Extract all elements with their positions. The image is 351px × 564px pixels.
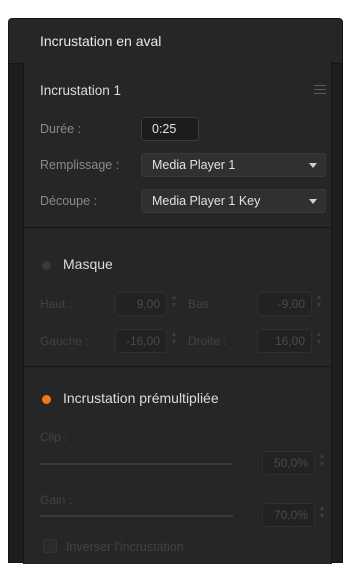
clip-field[interactable]: 50,0% — [262, 451, 315, 475]
mask-top-value: 9,00 — [136, 297, 160, 311]
key-label: Découpe : — [40, 194, 97, 208]
mask-left-stepper[interactable]: ▲ ▼ — [170, 331, 178, 351]
key-source-value: Media Player 1 Key — [152, 194, 261, 208]
rate-label: Durée : — [40, 122, 81, 136]
section-divider — [24, 366, 331, 367]
invert-key-checkbox[interactable] — [43, 539, 57, 553]
fill-source-value: Media Player 1 — [152, 158, 236, 172]
section-divider — [24, 227, 331, 228]
mask-label[interactable]: Masque — [63, 256, 113, 272]
clip-slider[interactable] — [40, 463, 233, 465]
dsk-panel: Incrustation 1 Durée : 0:25 Remplissage … — [23, 61, 332, 564]
mask-left-field[interactable]: -16,00 — [115, 329, 167, 353]
invert-key-label[interactable]: Inverser l'incrustation — [66, 540, 184, 554]
gain-stepper[interactable]: ▲ ▼ — [318, 505, 326, 525]
gain-label: Gain : — [40, 493, 73, 507]
chevron-down-icon — [309, 163, 317, 168]
mask-bottom-field[interactable]: -9,00 — [257, 292, 312, 316]
mask-bottom-label: Bas : — [188, 297, 216, 311]
rate-value: 0:25 — [152, 122, 177, 136]
mask-right-stepper[interactable]: ▲ ▼ — [315, 331, 323, 351]
mask-right-label: Droite : — [188, 334, 227, 348]
rate-field[interactable]: 0:25 — [141, 117, 199, 141]
mask-right-field[interactable]: 16,00 — [257, 329, 312, 353]
gain-value: 70,0% — [273, 508, 308, 522]
clip-stepper[interactable]: ▲ ▼ — [318, 453, 326, 473]
mask-bottom-value: -9,00 — [277, 297, 305, 311]
dsk-palette: Incrustation en aval Incrustation 1 Duré… — [8, 18, 343, 564]
fill-source-dropdown[interactable]: Media Player 1 — [141, 153, 326, 177]
gain-slider[interactable] — [40, 515, 233, 517]
chevron-down-icon — [309, 199, 317, 204]
mask-toggle-indicator[interactable] — [42, 261, 51, 270]
mask-top-field[interactable]: 9,00 — [115, 292, 167, 316]
premultiplied-label[interactable]: Incrustation prémultipliée — [63, 390, 219, 406]
fill-label: Remplissage : — [40, 158, 120, 172]
mask-bottom-stepper[interactable]: ▲ ▼ — [315, 294, 323, 314]
palette-title-bar[interactable]: Incrustation en aval — [9, 19, 342, 64]
mask-top-label: Haut : — [40, 297, 73, 311]
mask-right-value: 16,00 — [274, 334, 305, 348]
clip-label: Clip : — [40, 430, 68, 444]
key-source-dropdown[interactable]: Media Player 1 Key — [141, 189, 326, 213]
palette-title: Incrustation en aval — [40, 33, 162, 49]
mask-top-stepper[interactable]: ▲ ▼ — [170, 294, 178, 314]
hamburger-menu-icon[interactable] — [314, 83, 326, 95]
premultiplied-toggle-indicator[interactable] — [42, 395, 51, 404]
mask-left-label: Gauche : — [40, 334, 89, 348]
gain-field[interactable]: 70,0% — [262, 503, 315, 527]
dsk-header: Incrustation 1 — [40, 83, 122, 98]
mask-left-value: -16,00 — [125, 334, 160, 348]
clip-value: 50,0% — [273, 456, 308, 470]
